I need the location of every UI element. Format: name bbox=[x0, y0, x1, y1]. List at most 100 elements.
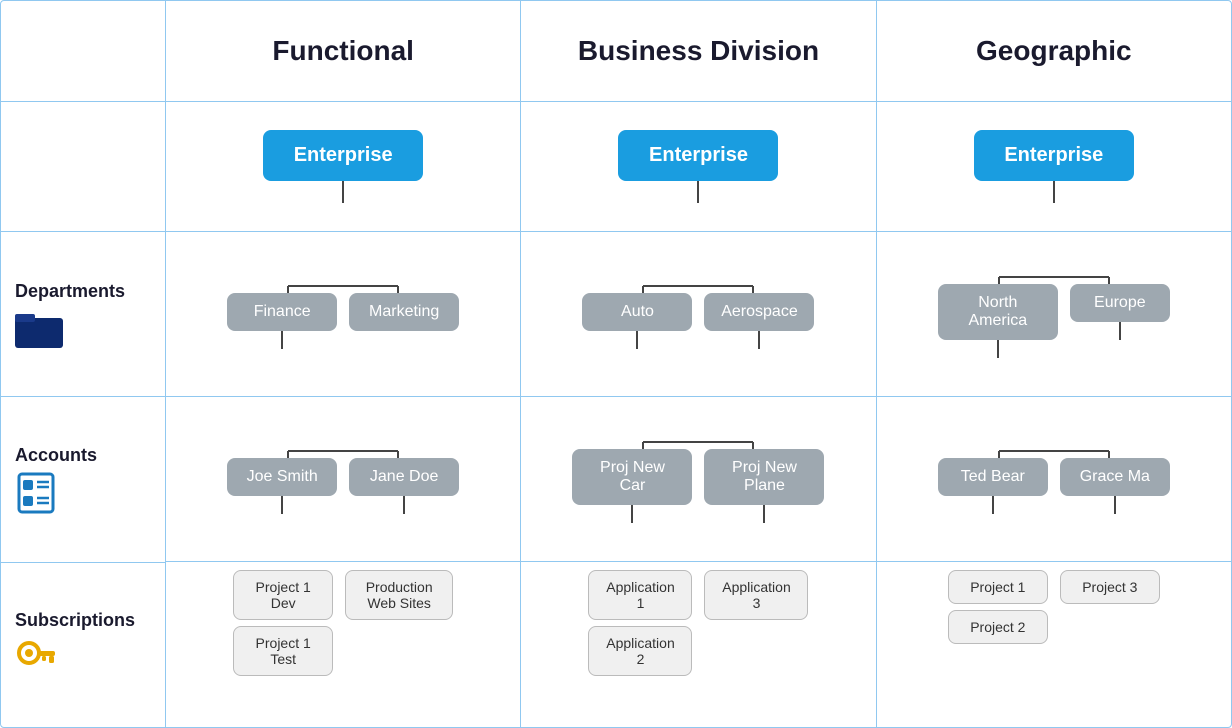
functional-janedoe-vline bbox=[403, 496, 405, 514]
geographic-tedbear-subs: Project 1 Project 2 bbox=[948, 570, 1048, 644]
functional-janedoe-node[interactable]: Jane Doe bbox=[349, 458, 459, 496]
geographic-acc-hbar bbox=[944, 444, 1164, 458]
functional-marketing-branch: Marketing bbox=[349, 293, 459, 331]
label-departments: Departments bbox=[1, 232, 165, 397]
geographic-acc-connector bbox=[944, 444, 1164, 458]
business-projcar-vline bbox=[631, 505, 633, 523]
business-projcar-node[interactable]: Proj New Car bbox=[572, 449, 692, 505]
functional-finance-node[interactable]: Finance bbox=[227, 293, 337, 331]
geographic-sub1-node[interactable]: Project 1 bbox=[948, 570, 1048, 604]
functional-accounts-connector bbox=[233, 444, 453, 458]
label-subscriptions: Subscriptions bbox=[1, 563, 165, 727]
business-accounts-children: Proj New Car Proj New Plane bbox=[529, 449, 867, 523]
functional-finance-vline bbox=[281, 331, 283, 349]
business-dept-children: Auto Aerospace bbox=[529, 293, 867, 349]
geographic-tedbear-vline bbox=[992, 496, 994, 514]
geographic-dept-row: North America Europe bbox=[877, 232, 1231, 397]
geographic-enterprise-node[interactable]: Enterprise bbox=[974, 130, 1134, 181]
business-dept-hbar bbox=[588, 279, 808, 293]
business-sub2-node[interactable]: Application 2 bbox=[588, 626, 692, 676]
geographic-accounts-section: Ted Bear Grace Ma bbox=[877, 397, 1231, 561]
business-projplane-branch: Proj New Plane bbox=[704, 449, 824, 523]
header-spacer bbox=[1, 1, 166, 101]
functional-dept-section: Finance Marketing bbox=[166, 232, 520, 396]
business-enterprise-section: Enterprise bbox=[618, 102, 778, 231]
functional-joesmith-subs: Project 1 Dev Project 1 Test bbox=[233, 570, 333, 676]
geographic-accounts-children: Ted Bear Grace Ma bbox=[885, 458, 1223, 514]
business-projplane-subs: Application 3 bbox=[704, 570, 808, 620]
label-column: Departments Accounts bbox=[1, 102, 166, 727]
functional-subs-section: Project 1 Dev Project 1 Test Production … bbox=[166, 562, 520, 727]
geographic-gracema-vline bbox=[1114, 496, 1116, 514]
business-column: Enterprise bbox=[521, 102, 876, 727]
business-enterprise-node[interactable]: Enterprise bbox=[618, 130, 778, 181]
functional-acc-hbar bbox=[233, 444, 453, 458]
business-projcar-branch: Proj New Car bbox=[572, 449, 692, 523]
geographic-sub3-node[interactable]: Project 3 bbox=[1060, 570, 1160, 604]
functional-enterprise-row: Enterprise bbox=[166, 102, 520, 232]
functional-subs-row: Project 1 Dev Project 1 Test Production … bbox=[166, 562, 520, 727]
business-subs-children: Application 1 Application 2 Application … bbox=[588, 570, 808, 676]
business-sub1-node[interactable]: Application 1 bbox=[588, 570, 692, 620]
business-aerospace-node[interactable]: Aerospace bbox=[704, 293, 814, 331]
header-row: Functional Business Division Geographic bbox=[1, 1, 1231, 102]
business-projplane-node[interactable]: Proj New Plane bbox=[704, 449, 824, 505]
geographic-enterprise-branch: Enterprise bbox=[974, 130, 1134, 203]
business-accounts-row: Proj New Car Proj New Plane bbox=[521, 397, 875, 562]
functional-subs-children: Project 1 Dev Project 1 Test Production … bbox=[233, 570, 453, 676]
geographic-ent-vline bbox=[1053, 181, 1055, 203]
functional-joesmith-branch: Joe Smith bbox=[227, 458, 337, 514]
content-area: Departments Accounts bbox=[1, 102, 1231, 727]
business-projcar-subs: Application 1 Application 2 bbox=[588, 570, 692, 676]
org-chart-container: Functional Business Division Geographic … bbox=[0, 0, 1232, 728]
geographic-dept-hbar bbox=[944, 270, 1164, 284]
header-business: Business Division bbox=[521, 1, 876, 101]
business-acc-hbar bbox=[588, 435, 808, 449]
geographic-enterprise-section: Enterprise bbox=[974, 102, 1134, 231]
diagram-columns: Enterprise bbox=[166, 102, 1231, 727]
label-enterprise-spacer bbox=[1, 102, 165, 232]
folder-icon bbox=[15, 308, 63, 348]
geographic-sub2-node[interactable]: Project 2 bbox=[948, 610, 1048, 644]
accounts-icon bbox=[15, 472, 57, 514]
functional-sub2-node[interactable]: Project 1 Test bbox=[233, 626, 333, 676]
functional-accounts-section: Joe Smith Jane Doe bbox=[166, 397, 520, 561]
business-auto-branch: Auto bbox=[582, 293, 692, 349]
functional-joesmith-node[interactable]: Joe Smith bbox=[227, 458, 337, 496]
business-enterprise-row: Enterprise bbox=[521, 102, 875, 232]
business-dept-section: Auto Aerospace bbox=[521, 232, 875, 396]
functional-dept-children: Finance Marketing bbox=[174, 293, 512, 349]
geographic-tedbear-node[interactable]: Ted Bear bbox=[938, 458, 1048, 496]
business-projplane-vline bbox=[763, 505, 765, 523]
functional-sub3-node[interactable]: Production Web Sites bbox=[345, 570, 453, 620]
geographic-northam-node[interactable]: North America bbox=[938, 284, 1058, 340]
header-functional: Functional bbox=[166, 1, 521, 101]
business-sub3-node[interactable]: Application 3 bbox=[704, 570, 808, 620]
geographic-gracema-node[interactable]: Grace Ma bbox=[1060, 458, 1170, 496]
functional-enterprise-section: Enterprise bbox=[263, 102, 423, 231]
business-subs-row: Application 1 Application 2 Application … bbox=[521, 562, 875, 727]
label-accounts: Accounts bbox=[1, 397, 165, 562]
geographic-dept-children: North America Europe bbox=[885, 284, 1223, 358]
functional-column: Enterprise bbox=[166, 102, 521, 727]
functional-accounts-children: Joe Smith Jane Doe bbox=[174, 458, 512, 514]
business-auto-node[interactable]: Auto bbox=[582, 293, 692, 331]
functional-enterprise-node[interactable]: Enterprise bbox=[263, 130, 423, 181]
geographic-subs-section: Project 1 Project 2 Project 3 bbox=[877, 562, 1231, 727]
business-dept-row: Auto Aerospace bbox=[521, 232, 875, 397]
geographic-europe-branch: Europe bbox=[1070, 284, 1170, 340]
functional-sub1-node[interactable]: Project 1 Dev bbox=[233, 570, 333, 620]
business-subs-section: Application 1 Application 2 Application … bbox=[521, 562, 875, 727]
business-accounts-section: Proj New Car Proj New Plane bbox=[521, 397, 875, 561]
functional-dept-row: Finance Marketing bbox=[166, 232, 520, 397]
key-icon bbox=[15, 637, 57, 679]
geographic-europe-node[interactable]: Europe bbox=[1070, 284, 1170, 322]
geographic-tedbear-branch: Ted Bear bbox=[938, 458, 1048, 514]
business-aerospace-branch: Aerospace bbox=[704, 293, 814, 349]
business-auto-vline bbox=[636, 331, 638, 349]
business-acc-connector bbox=[588, 435, 808, 449]
geographic-subs-row: Project 1 Project 2 Project 3 bbox=[877, 562, 1231, 727]
functional-accounts-row: Joe Smith Jane Doe bbox=[166, 397, 520, 562]
business-aerospace-vline bbox=[758, 331, 760, 349]
functional-marketing-node[interactable]: Marketing bbox=[349, 293, 459, 331]
